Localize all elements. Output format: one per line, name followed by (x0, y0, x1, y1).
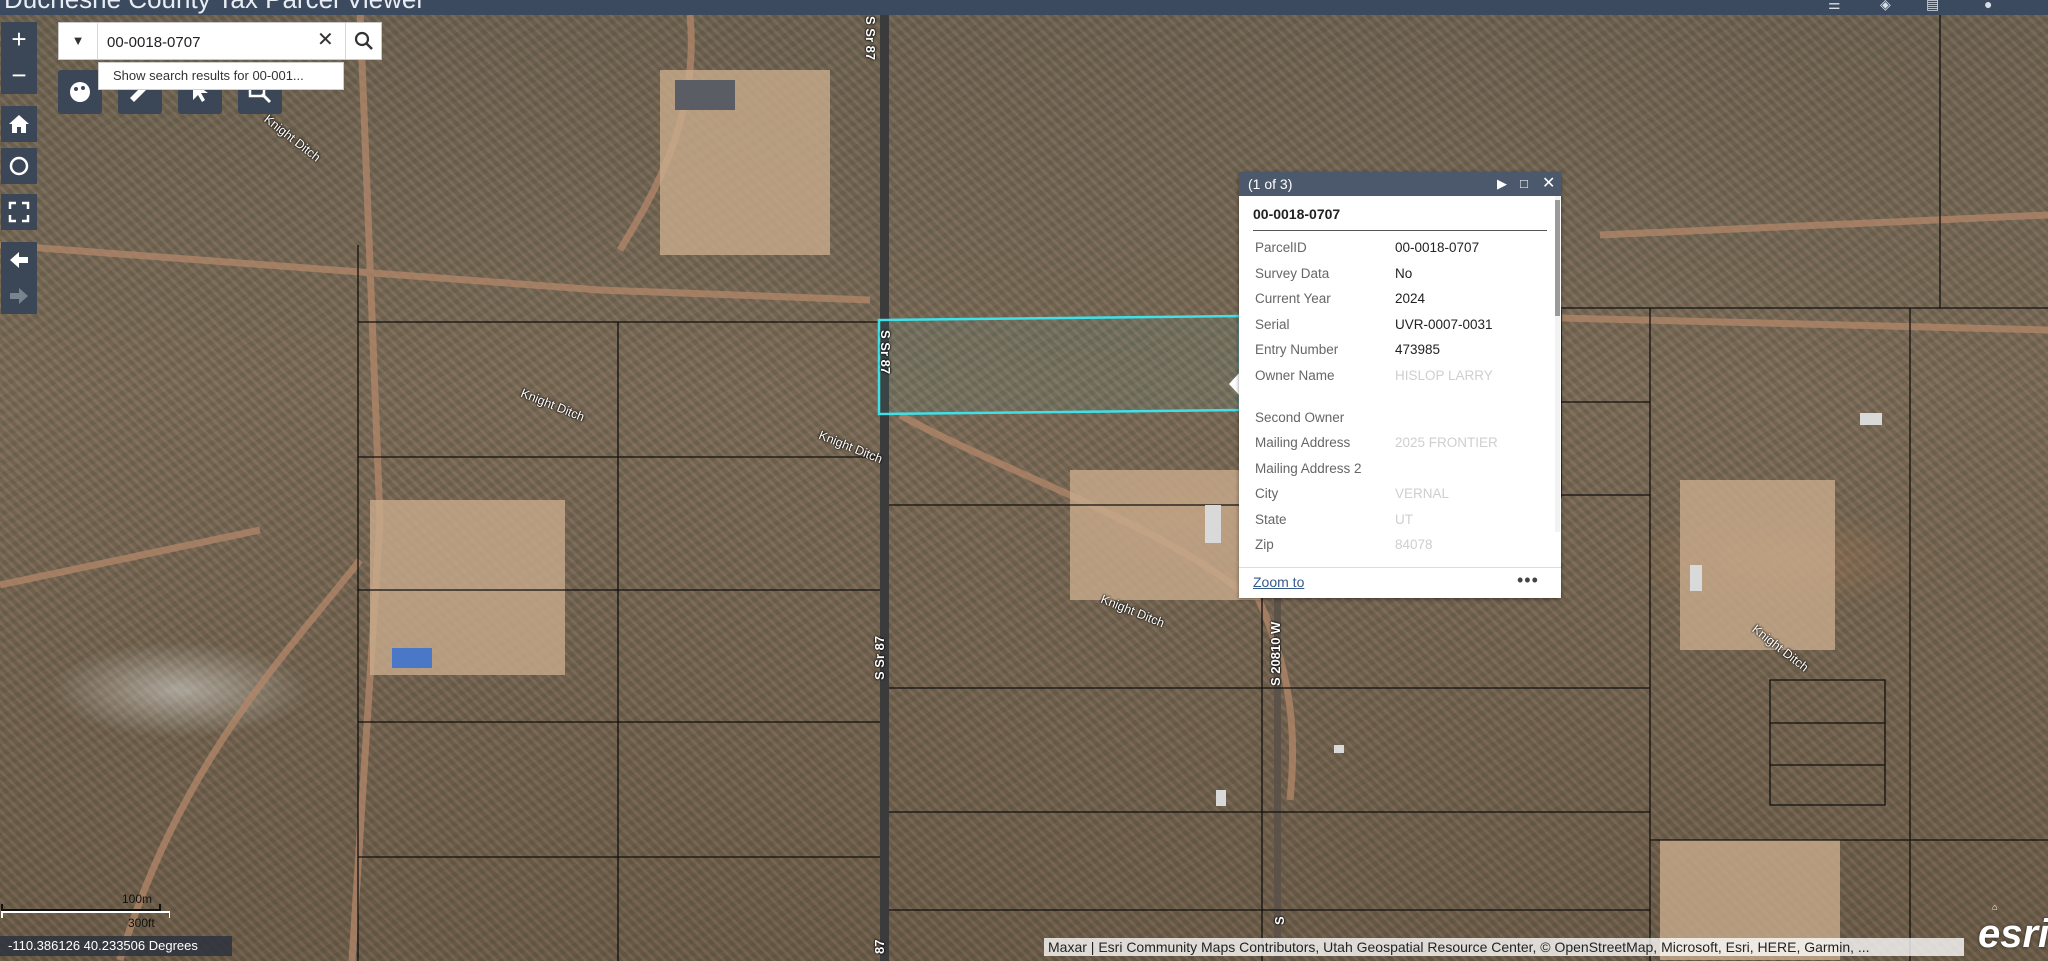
attribute-value: 84078 (1395, 537, 1433, 552)
print-icon[interactable]: ▤ (1926, 0, 1939, 13)
attribute-label: Owner Name (1255, 367, 1335, 383)
maximize-icon[interactable]: □ (1520, 172, 1528, 196)
attribute-value: 2024 (1395, 291, 1426, 306)
popup-header: (1 of 3) ▶ □ ✕ (1239, 172, 1561, 196)
attribute-label: ParcelID (1255, 240, 1307, 255)
zoom-to-link[interactable]: Zoom to (1253, 574, 1304, 590)
road-label: S 20810 W (1268, 621, 1283, 686)
attribute-label: Entry Number (1255, 342, 1339, 357)
clear-search-icon[interactable]: ✕ (317, 27, 334, 52)
attribute-row: Current Year 2024 (1239, 289, 1551, 315)
attribute-row: Serial UVR-0007-0031 (1239, 315, 1551, 341)
search-input[interactable] (105, 29, 309, 55)
arrow-left-icon (10, 252, 28, 268)
road-label: S Sr 87 (863, 16, 878, 61)
road-label: S Sr 87 (872, 635, 887, 680)
fullscreen-icon (8, 201, 30, 223)
home-icon (9, 115, 29, 133)
coordinate-readout: -110.386126 40.233506 Degrees (0, 936, 232, 956)
back-button[interactable] (1, 242, 37, 278)
search-button[interactable] (345, 23, 382, 59)
attribute-row: Zip 84078 (1239, 535, 1551, 561)
attribute-label: Serial (1255, 316, 1290, 332)
palette-tool-button[interactable] (58, 70, 102, 114)
road-label: S (1272, 916, 1287, 925)
search-suggestion[interactable]: Show search results for 00-001... (98, 62, 344, 90)
search-icon (354, 31, 373, 50)
attribute-row: Mailing Address 2 (1239, 459, 1551, 485)
attribute-value: No (1395, 265, 1413, 281)
attribute-value: UVR-0007-0031 (1395, 316, 1493, 332)
popup-attributes: ParcelID 00-0018-0707 Survey Data No Curre… (1239, 238, 1551, 568)
attribute-row: Entry Number 473985 (1239, 340, 1551, 366)
next-feature-icon[interactable]: ▶ (1497, 172, 1507, 196)
scale-metric: 100m (122, 892, 153, 906)
fullscreen-button[interactable] (1, 194, 37, 230)
attribute-row: Mailing Address 2025 FRONTIER (1239, 433, 1551, 459)
search-bar: ▼ ✕ (58, 22, 382, 60)
more-actions-icon[interactable]: ••• (1517, 570, 1539, 591)
map-view[interactable]: S Sr 87 S Sr 87 S Sr 87 S 20810 W S 87 K… (0, 0, 2048, 961)
home-badge-icon: ⌂ (1992, 902, 1998, 912)
esri-logo: esri (1978, 912, 2048, 956)
attribute-label: City (1255, 486, 1279, 501)
popup-footer: Zoom to ••• (1239, 567, 1561, 598)
attribute-value: VERNAL (1395, 486, 1450, 501)
layers-icon[interactable]: ◈ (1880, 0, 1891, 13)
zoom-out-button[interactable]: − (1, 58, 37, 94)
locate-icon (9, 156, 29, 176)
popup-counter: (1 of 3) (1248, 176, 1293, 192)
zoom-in-button[interactable]: + (1, 22, 37, 58)
scale-imperial: 300ft (128, 916, 155, 930)
home-button[interactable] (1, 106, 37, 142)
forward-button[interactable] (1, 278, 37, 314)
attribute-label: State (1255, 511, 1287, 527)
scrollbar-thumb[interactable] (1555, 200, 1560, 316)
palette-icon (70, 82, 90, 102)
road-label: 87 (872, 939, 887, 954)
attribute-label: Second Owner (1255, 409, 1345, 425)
caret-down-icon: ▼ (71, 33, 85, 48)
map-attribution: Maxar | Esri Community Maps Contributors… (1044, 938, 1964, 956)
attribute-label: Zip (1255, 537, 1274, 552)
popup-title: 00-0018-0707 (1253, 206, 1547, 231)
attribute-value: 473985 (1395, 342, 1441, 357)
search-source-dropdown[interactable]: ▼ (59, 23, 98, 59)
attribute-label: Current Year (1255, 291, 1331, 306)
locate-button[interactable] (1, 148, 37, 184)
attribute-row: Owner Name HISLOP LARRY (1239, 366, 1551, 408)
attribute-label: Mailing Address (1255, 435, 1351, 450)
attribute-value: 00-0018-0707 (1395, 240, 1480, 255)
attribute-value: HISLOP LARRY (1395, 367, 1493, 383)
attribute-row: City VERNAL (1239, 484, 1551, 510)
parcel-popup: (1 of 3) ▶ □ ✕ 00-0018-0707 ParcelID 00-0… (1239, 172, 1561, 598)
attribute-label: Mailing Address 2 (1255, 460, 1362, 476)
attribute-value: 2025 FRONTIER (1395, 435, 1498, 450)
list-icon[interactable]: ☰ (1828, 0, 1841, 13)
attribute-row: ParcelID 00-0018-0707 (1239, 238, 1551, 264)
attribute-row: State UT (1239, 510, 1551, 536)
app-title: Duchesne County Tax Parcel Viewer (4, 0, 425, 15)
attribute-value: UT (1395, 511, 1413, 527)
attribute-label: Survey Data (1255, 265, 1330, 281)
info-icon[interactable]: ● (1984, 0, 1992, 12)
attribute-row: Second Owner (1239, 408, 1551, 434)
attribute-row: Survey Data No (1239, 264, 1551, 290)
app-header: Duchesne County Tax Parcel Viewer ☰ ◈ ▤ … (0, 0, 2048, 15)
popup-scrollbar[interactable] (1555, 196, 1560, 532)
road-label: S Sr 87 (878, 330, 893, 375)
arrow-right-icon (10, 288, 28, 304)
close-icon[interactable]: ✕ (1542, 172, 1555, 196)
